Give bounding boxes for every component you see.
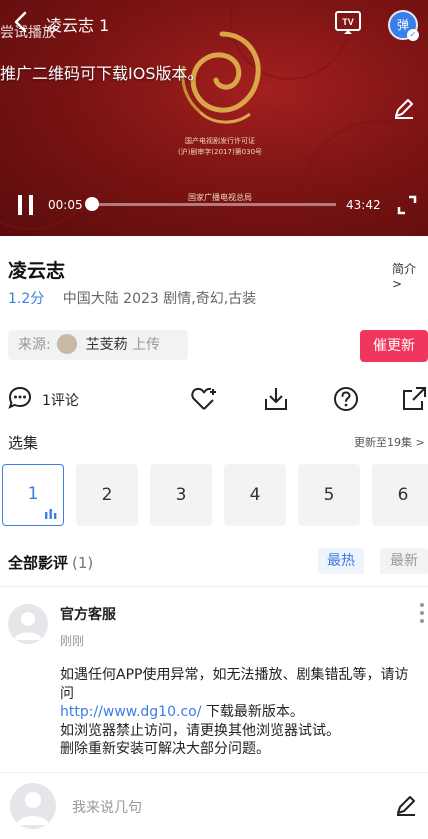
rating-score: 1.2分	[8, 291, 45, 307]
intro-link[interactable]: 简介 >	[392, 260, 428, 291]
comment-text: 下载最新版本。	[201, 704, 304, 720]
episode-item-1[interactable]: 1	[2, 464, 64, 526]
comment-line: 删除重新安装可解决大部分问题。	[60, 741, 270, 757]
progress-bar[interactable]	[85, 197, 336, 211]
divider	[0, 586, 428, 587]
progress-thumb[interactable]	[85, 197, 100, 211]
promo-text: 推广二维码可下载IOS版本。	[0, 64, 204, 83]
comment-input[interactable]: 我来说几句	[72, 797, 142, 817]
reviews-heading: 全部影评 (1)	[8, 552, 93, 573]
default-user-icon	[17, 792, 49, 825]
license-text: 国产电视剧发行许可证 (沪)剧审字(2017)第030号	[177, 137, 263, 156]
default-user-icon	[14, 612, 42, 640]
uploader-avatar	[57, 334, 78, 354]
check-icon: ✓	[407, 29, 419, 41]
comment-input-bar: 我来说几句	[0, 772, 428, 839]
show-meta: 1.2分 中国大陆 2023 剧情,奇幻,古装	[8, 288, 256, 308]
background-swirl	[300, 120, 428, 236]
video-title: 凌云志 1	[46, 16, 110, 35]
commenter-name[interactable]: 官方客服	[60, 604, 116, 624]
download-icon[interactable]	[262, 385, 290, 413]
comment-body: 如遇任何APP使用异常，如无法播放、剧集错乱等，请访问 http://www.d…	[60, 666, 422, 759]
request-update-button[interactable]: 催更新	[360, 330, 428, 362]
pen-icon[interactable]	[394, 793, 418, 817]
episode-list: 1 2 3 4 5 6	[0, 464, 428, 526]
episode-number: 1	[27, 484, 39, 504]
comment-time: 刚刚	[60, 634, 85, 648]
reviews-count: (1)	[72, 554, 94, 572]
episodes-label: 选集	[8, 434, 39, 452]
comment-line: http://www.dg10.co/ 下载最新版本。	[60, 703, 422, 722]
share-icon[interactable]	[400, 385, 428, 413]
playing-bars-icon	[45, 509, 57, 519]
pause-icon[interactable]	[16, 194, 36, 216]
fullscreen-icon[interactable]	[396, 194, 418, 216]
comment-bubble-icon[interactable]	[8, 386, 32, 410]
source-label: 来源:	[18, 337, 51, 353]
broadcaster-text: 国家广播电视总局	[188, 193, 252, 202]
current-time: 00:05	[48, 198, 83, 212]
source-chip[interactable]: 来源: 芏芰菞 上传	[8, 330, 188, 360]
commenter-avatar[interactable]	[8, 604, 48, 644]
my-avatar[interactable]	[10, 783, 56, 829]
show-details: 中国大陆 2023 剧情,奇幻,古装	[62, 291, 257, 307]
help-icon[interactable]	[332, 385, 360, 413]
comment-count[interactable]: 1评论	[42, 390, 79, 410]
danmaku-toggle-button[interactable]: 弹 ✓	[388, 10, 419, 41]
more-options-icon[interactable]	[418, 602, 426, 624]
reviews-title: 全部影评	[8, 554, 69, 572]
favorite-heart-icon[interactable]	[190, 385, 218, 413]
show-title: 凌云志	[8, 260, 66, 282]
episode-item-2[interactable]: 2	[76, 464, 138, 526]
episode-item-3[interactable]: 3	[150, 464, 212, 526]
episode-item-4[interactable]: 4	[224, 464, 286, 526]
comment-line: 如浏览器禁止访问，请更换其他浏览器试试。	[60, 722, 340, 739]
upload-suffix: 上传	[132, 337, 161, 353]
video-player[interactable]: 国产电视剧发行许可证 (沪)剧审字(2017)第030号 国家广播电视总局 尝试…	[0, 0, 428, 236]
pen-icon[interactable]	[392, 96, 416, 120]
danmaku-label: 弹	[396, 18, 409, 32]
uploader-name: 芏芰菞	[85, 337, 128, 353]
episodes-update-link[interactable]: 更新至19集 >	[354, 434, 425, 450]
tv-cast-icon[interactable]: TV	[334, 10, 362, 36]
sort-hot-tab[interactable]: 最热	[318, 548, 364, 574]
sort-new-tab[interactable]: 最新	[380, 548, 428, 574]
download-link[interactable]: http://www.dg10.co/	[60, 704, 201, 720]
episode-item-5[interactable]: 5	[298, 464, 360, 526]
svg-text:TV: TV	[342, 17, 354, 27]
episode-item-6[interactable]: 6	[372, 464, 428, 526]
total-time: 43:42	[346, 198, 381, 212]
comment-line: 如遇任何APP使用异常，如无法播放、剧集错乱等，请访问	[60, 667, 409, 702]
